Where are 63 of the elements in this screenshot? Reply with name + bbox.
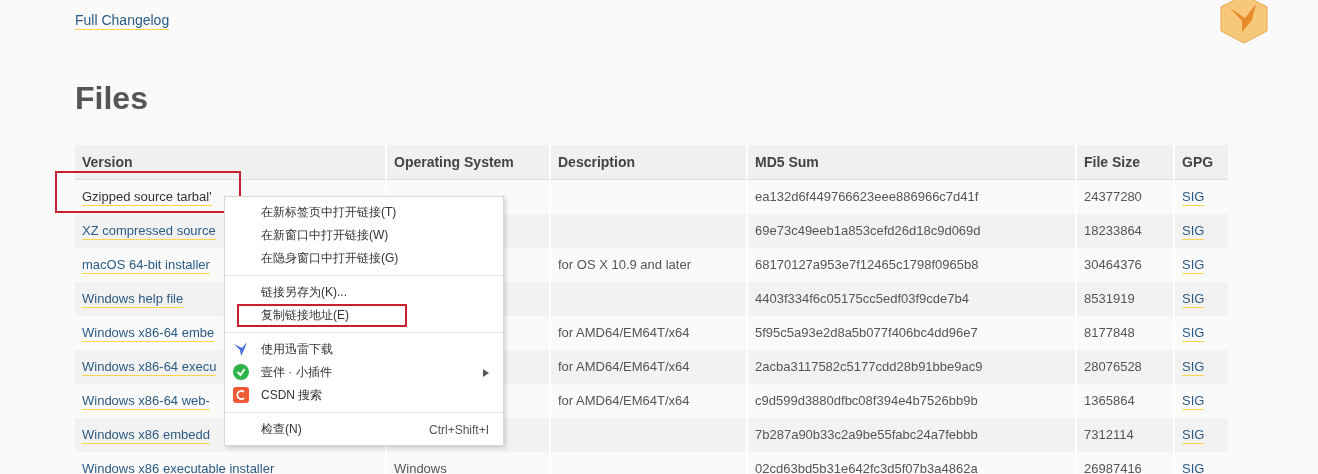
- menu-item[interactable]: 在新窗口中打开链接(W): [225, 224, 503, 247]
- table-cell: for AMD64/EM64T/x64: [558, 359, 690, 374]
- download-link[interactable]: Windows help file: [82, 291, 184, 308]
- download-link[interactable]: Windows x86 embedd: [82, 427, 210, 444]
- column-header: Version: [75, 145, 385, 180]
- submenu-arrow-icon: [483, 368, 489, 377]
- changelog-link[interactable]: Full Changelog: [75, 12, 170, 30]
- table-cell: c9d599d3880dfbc08f394e4b7526bb9b: [755, 393, 978, 408]
- table-cell: for OS X 10.9 and later: [558, 257, 691, 272]
- menu-item[interactable]: 使用迅雷下载: [225, 338, 503, 361]
- table-cell: 8177848: [1084, 325, 1135, 340]
- signature-link[interactable]: SIG: [1182, 393, 1205, 410]
- table-cell: 28076528: [1084, 359, 1142, 374]
- column-header: Description: [549, 145, 746, 180]
- column-header: File Size: [1075, 145, 1173, 180]
- column-header: GPG: [1173, 145, 1228, 180]
- table-cell: 68170127a953e7f12465c1798f0965b8: [755, 257, 979, 272]
- signature-link[interactable]: SIG: [1182, 291, 1205, 308]
- table-cell: for AMD64/EM64T/x64: [558, 325, 690, 340]
- signature-link[interactable]: SIG: [1182, 189, 1205, 206]
- section-heading: Files: [75, 79, 148, 118]
- signature-link[interactable]: SIG: [1182, 223, 1205, 240]
- menu-item[interactable]: 壹伴 · 小插件: [225, 361, 503, 384]
- menu-item[interactable]: 在隐身窗口中打开链接(G): [225, 247, 503, 270]
- download-link[interactable]: macOS 64-bit installer: [82, 257, 210, 274]
- menu-item[interactable]: 复制链接地址(E): [225, 304, 503, 327]
- check-icon: [233, 364, 249, 380]
- download-link[interactable]: Windows x86-64 embe: [82, 325, 215, 342]
- table-cell: 4403f334f6c05175cc5edf03f9cde7b4: [755, 291, 969, 306]
- download-link[interactable]: Windows x86-64 web-: [82, 393, 210, 410]
- signature-link[interactable]: SIG: [1182, 461, 1205, 474]
- table-cell: 69e73c49eeb1a853cefd26d18c9d069d: [755, 223, 981, 238]
- table-cell: 1365864: [1084, 393, 1135, 408]
- table-cell: 5f95c5a93e2d8a5b077f406bc4dd96e7: [755, 325, 978, 340]
- table-cell: 8531919: [1084, 291, 1135, 306]
- download-link[interactable]: Windows x86 executable installer: [82, 461, 275, 474]
- menu-item[interactable]: 链接另存为(K)...: [225, 281, 503, 304]
- table-cell: 24377280: [1084, 189, 1142, 204]
- table-cell: ea132d6f449766623eee886966c7d41f: [755, 189, 979, 204]
- menu-item[interactable]: 检查(N) Ctrl+Shift+I: [225, 418, 503, 441]
- download-link[interactable]: Gzipped source tarbal': [82, 189, 212, 206]
- column-header: Operating System: [385, 145, 549, 180]
- table-cell: 02cd63bd5b31e642fc3d5f07b3a4862a: [755, 461, 978, 474]
- signature-link[interactable]: SIG: [1182, 427, 1205, 444]
- signature-link[interactable]: SIG: [1182, 359, 1205, 376]
- signature-link[interactable]: SIG: [1182, 325, 1205, 342]
- download-link[interactable]: XZ compressed source: [82, 223, 216, 240]
- table-cell: 2acba3117582c5177cdd28b91bbe9ac9: [755, 359, 983, 374]
- table-cell: 7b287a90b33c2a9be55fabc24a7febbb: [755, 427, 978, 442]
- table-cell: 18233864: [1084, 223, 1142, 238]
- table-cell: 30464376: [1084, 257, 1142, 272]
- table-cell: Windows: [394, 461, 447, 474]
- bird-icon: [233, 341, 249, 357]
- signature-link[interactable]: SIG: [1182, 257, 1205, 274]
- csdn-icon: [233, 387, 249, 403]
- column-header: MD5 Sum: [746, 145, 1075, 180]
- download-link[interactable]: Windows x86-64 execu: [82, 359, 217, 376]
- table-cell: 26987416: [1084, 461, 1142, 474]
- menu-item[interactable]: 在新标签页中打开链接(T): [225, 201, 503, 224]
- table-cell: for AMD64/EM64T/x64: [558, 393, 690, 408]
- bird-logo-icon: [1218, 0, 1270, 44]
- table-cell: 7312114: [1084, 427, 1134, 442]
- menu-item[interactable]: CSDN 搜索: [225, 384, 503, 407]
